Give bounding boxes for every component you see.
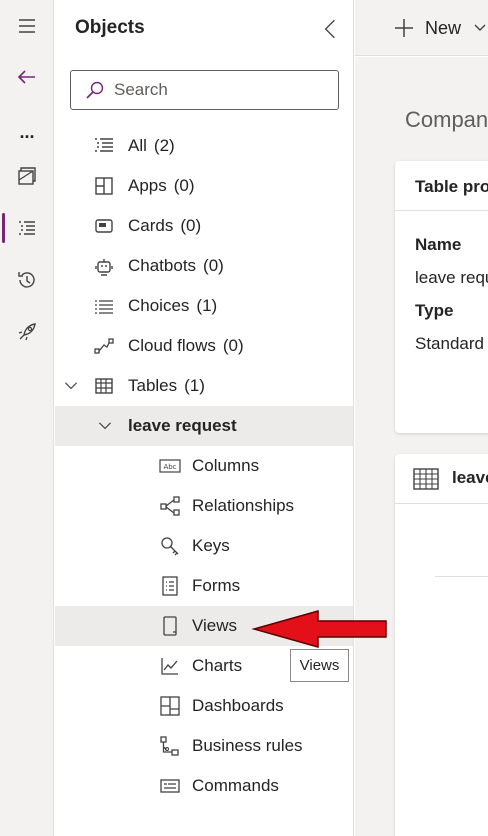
table-child-label: Commands (192, 776, 279, 795)
object-item-count: (0) (222, 336, 244, 355)
table-icon (413, 468, 439, 490)
object-item-choices[interactable]: Choices (1) (55, 286, 353, 326)
table-child-label: Columns (192, 456, 260, 475)
divider (435, 576, 488, 577)
card-title[interactable]: leave (452, 468, 488, 488)
card-icon (93, 215, 115, 237)
annotation-arrow-icon (251, 610, 387, 648)
table-child-label: Charts (192, 656, 243, 675)
table-child-dashboards[interactable]: Dashboards (55, 686, 353, 726)
object-item-label: Chatbots (128, 256, 197, 275)
hamburger-menu-icon[interactable] (0, 6, 54, 46)
table-node-leave-request[interactable]: leave request (55, 406, 353, 446)
app-rail: ... (0, 0, 54, 836)
name-label: Name (415, 235, 462, 254)
object-item-count: (2) (153, 136, 175, 155)
objects-list-icon[interactable] (0, 208, 54, 248)
relationships-icon (159, 495, 181, 517)
bot-icon (93, 255, 115, 277)
rocket-publish-icon[interactable] (0, 312, 54, 352)
list-icon (93, 135, 115, 157)
plus-icon (395, 19, 413, 37)
collapse-panel-chevron-left-icon[interactable] (317, 14, 343, 44)
views-tooltip: Views (290, 649, 349, 682)
object-item-count: (0) (203, 256, 224, 275)
table-child-label: Forms (192, 576, 241, 595)
chevron-down-icon[interactable] (95, 415, 115, 437)
back-arrow-icon[interactable] (0, 57, 54, 97)
pages-icon[interactable] (0, 156, 54, 196)
columns-abc-icon: Abc (159, 455, 181, 477)
search-icon (86, 81, 104, 99)
view-icon (159, 615, 181, 637)
new-button-label: New (425, 17, 462, 38)
chevron-down-icon[interactable] (61, 375, 81, 397)
object-item-count: (0) (173, 176, 195, 195)
object-item-label: Cloud flows (128, 336, 216, 355)
table-columns-card: leave (395, 454, 488, 836)
chart-line-icon (159, 655, 181, 677)
history-icon[interactable] (0, 260, 54, 300)
choices-list-icon (93, 295, 115, 317)
dashboard-icon (159, 695, 181, 717)
object-item-label: Cards (128, 216, 174, 235)
table-child-forms[interactable]: Forms (55, 566, 353, 606)
svg-text:Abc: Abc (163, 463, 176, 471)
key-icon (159, 535, 181, 557)
table-node-label: leave request (128, 416, 237, 435)
object-item-apps[interactable]: Apps (0) (55, 166, 353, 206)
table-child-label: Keys (192, 536, 230, 555)
object-item-label: Choices (128, 296, 190, 315)
page-breadcrumb: Compan (405, 107, 488, 132)
object-item-count: (1) (184, 376, 205, 395)
type-value: Standard (415, 334, 484, 353)
object-item-label: Tables (128, 376, 178, 395)
object-item-count: (1) (196, 296, 218, 315)
table-child-label: Relationships (192, 496, 295, 515)
main-content: Compan Table pro Name leave requ Type St… (355, 57, 488, 836)
object-item-label: All (128, 136, 147, 155)
table-properties-card: Table pro Name leave requ Type Standard (395, 161, 488, 433)
table-child-business-rules[interactable]: Business rules (55, 726, 353, 766)
flow-icon (93, 335, 115, 357)
business-rule-icon (159, 735, 181, 757)
panel-title: Objects (75, 17, 145, 38)
card-title: Table pro (415, 177, 488, 196)
object-item-label: Apps (128, 176, 167, 195)
object-item-chatbots[interactable]: Chatbots (0) (55, 246, 353, 286)
search-placeholder: Search (114, 80, 168, 99)
more-icon[interactable]: ... (0, 112, 54, 152)
table-child-commands[interactable]: Commands (55, 766, 353, 806)
objects-panel: Objects Search All (2) Apps (0) Cards (0) C… (55, 0, 354, 836)
chevron-down-icon (474, 24, 486, 31)
command-icon (159, 775, 181, 797)
table-child-label: Dashboards (192, 696, 284, 715)
table-child-label: Business rules (192, 736, 303, 755)
table-child-columns[interactable]: Abc Columns (55, 446, 353, 486)
table-child-label: Views (192, 616, 238, 635)
search-input[interactable]: Search (70, 70, 339, 110)
command-bar: New (355, 0, 488, 56)
type-label: Type (415, 301, 454, 320)
form-icon (159, 575, 181, 597)
apps-grid-icon (93, 175, 115, 197)
table-icon (93, 375, 115, 397)
object-item-count: (0) (180, 216, 202, 235)
name-value: leave requ (415, 268, 488, 287)
object-item-all[interactable]: All (2) (55, 126, 353, 166)
object-item-tables[interactable]: Tables (1) (55, 366, 353, 406)
table-child-relationships[interactable]: Relationships (55, 486, 353, 526)
table-child-keys[interactable]: Keys (55, 526, 353, 566)
object-item-cloud-flows[interactable]: Cloud flows (0) (55, 326, 353, 366)
new-button[interactable]: New (393, 14, 488, 42)
object-item-cards[interactable]: Cards (0) (55, 206, 353, 246)
